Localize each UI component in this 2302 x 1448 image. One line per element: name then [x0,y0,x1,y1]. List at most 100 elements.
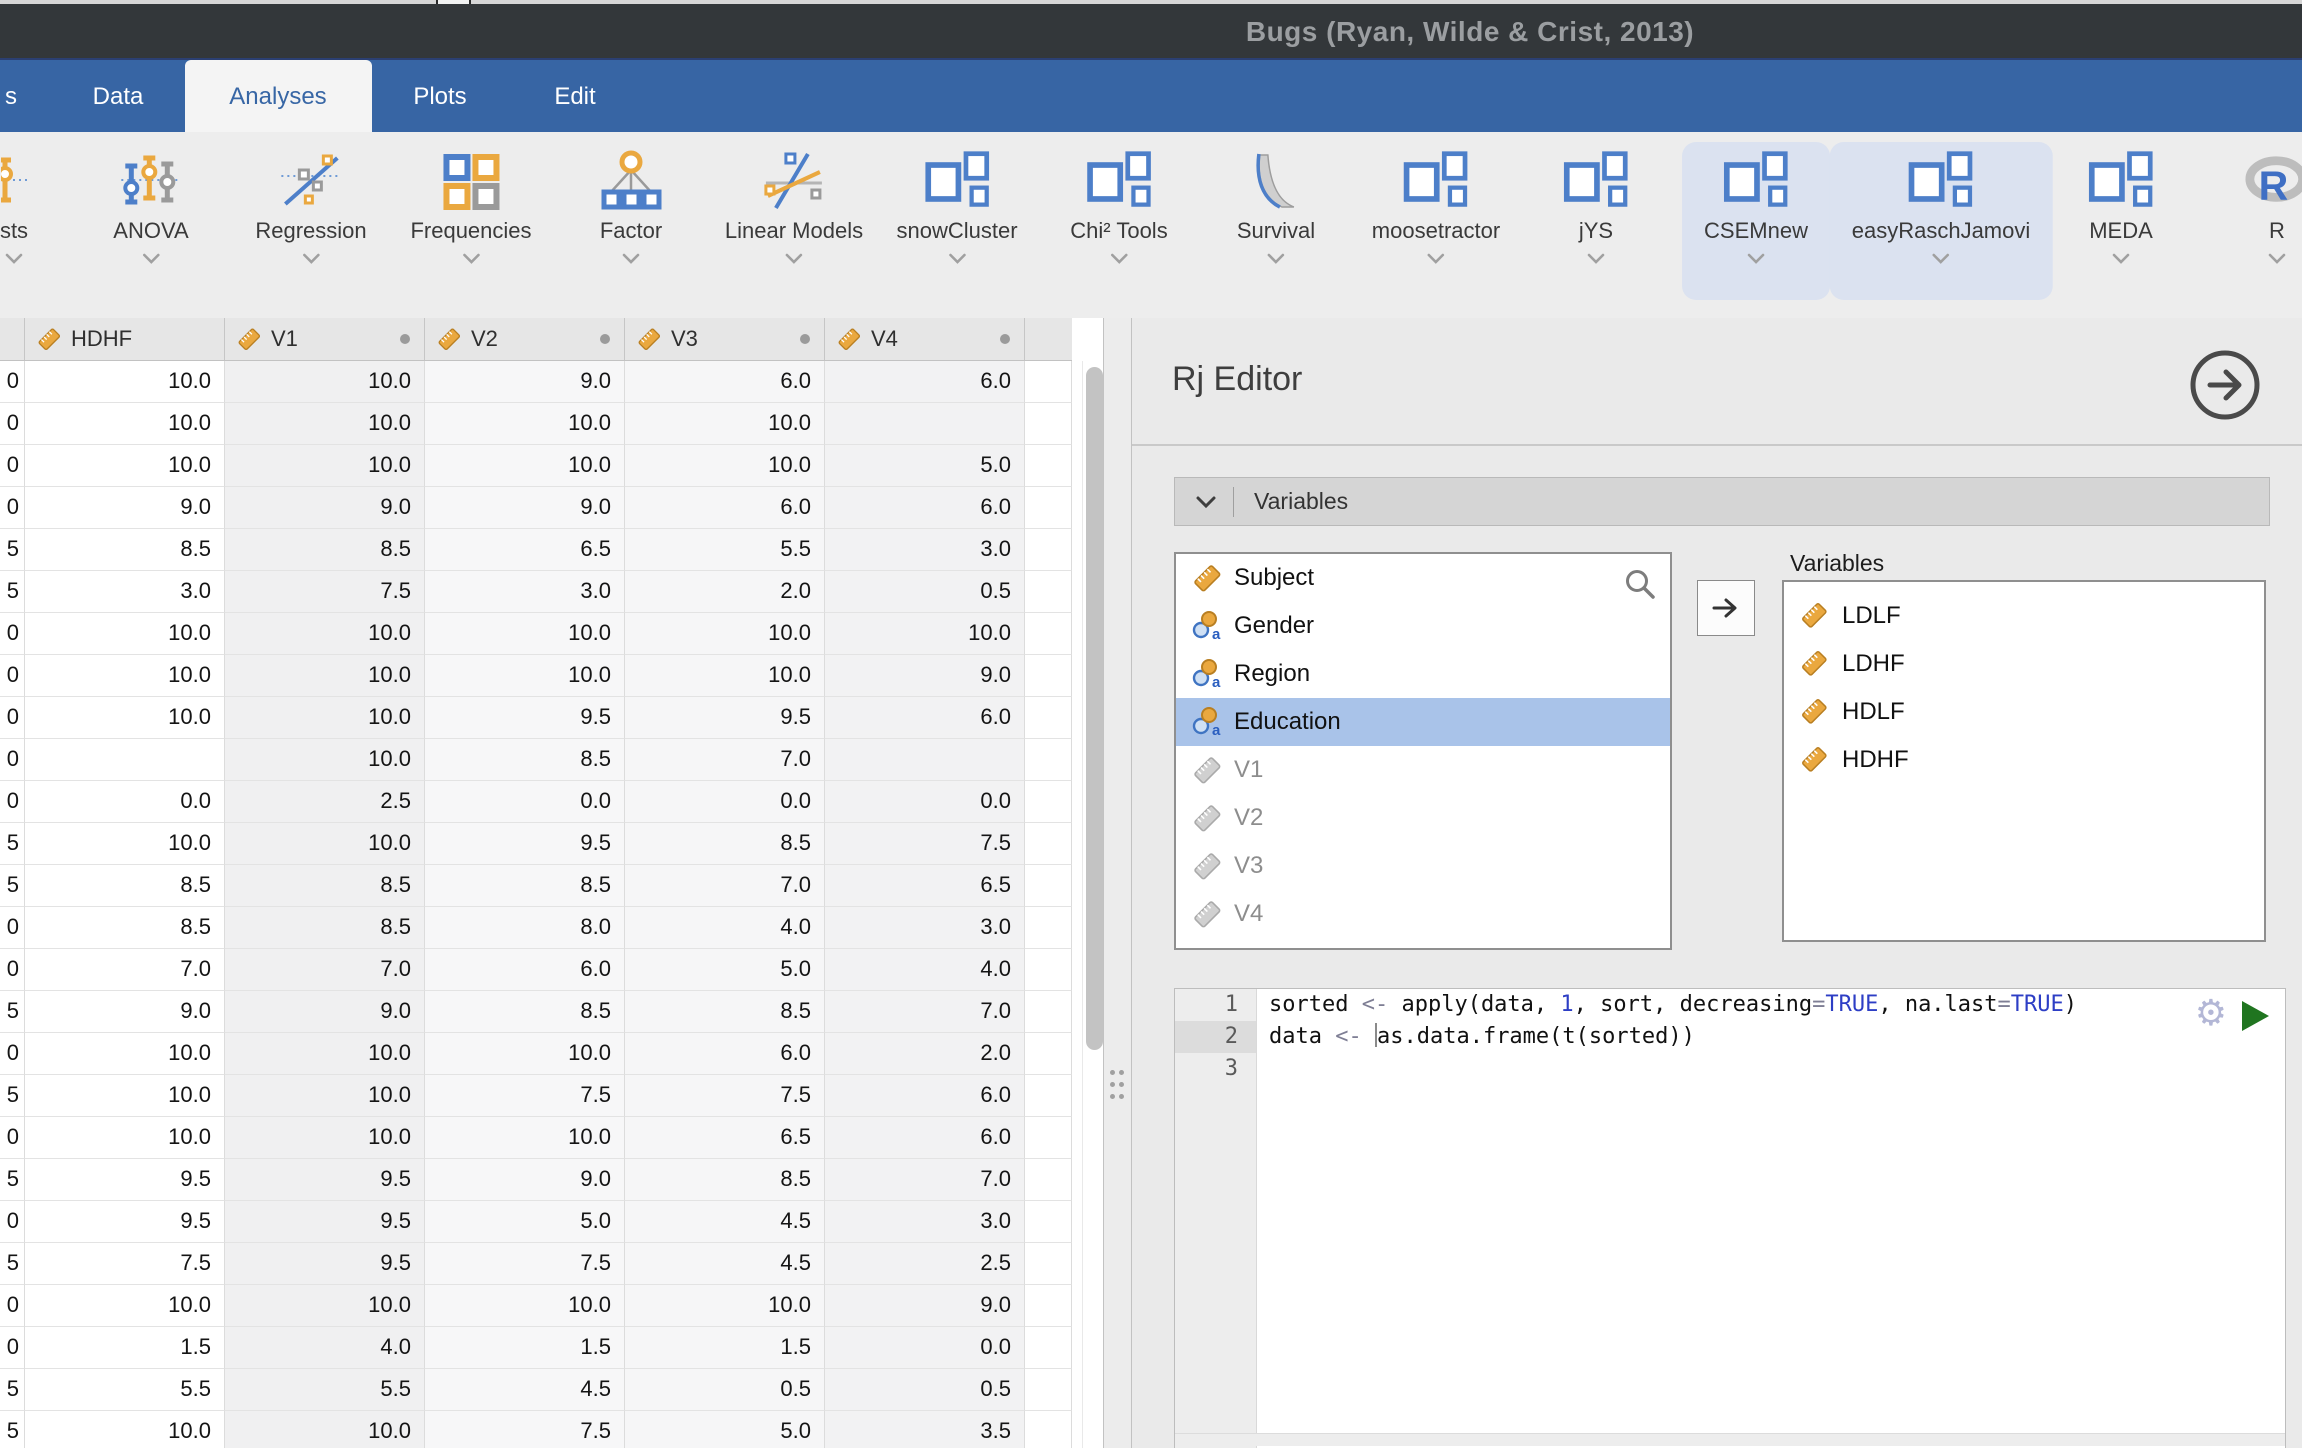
variable-item-subject[interactable]: Subject [1176,554,1670,602]
run-code-play-icon[interactable] [2242,1001,2269,1031]
table-cell[interactable]: 5.0 [625,949,825,991]
table-cell[interactable]: 9.5 [225,1243,425,1285]
table-cell[interactable]: 8.5 [425,991,625,1033]
editor-settings-gear-icon[interactable]: ⚙ [2195,995,2227,1031]
table-cell[interactable]: 10.0 [25,1285,225,1327]
table-cell[interactable]: 10.0 [25,697,225,739]
table-cell[interactable]: 0 [0,1033,25,1075]
table-cell[interactable]: 10.0 [225,823,425,865]
table-cell[interactable]: 6.5 [825,865,1025,907]
chevron-down-icon[interactable] [2268,253,2286,264]
table-cell[interactable]: 6.0 [425,949,625,991]
variable-item-v2[interactable]: V2 [1176,794,1670,842]
table-cell[interactable]: 8.5 [25,907,225,949]
table-cell-empty[interactable] [1025,487,1072,529]
ribbon-item-regression[interactable]: Regression [233,142,388,300]
table-cell-empty[interactable] [1025,445,1072,487]
table-cell-empty[interactable] [1025,613,1072,655]
table-cell[interactable]: 10.0 [625,613,825,655]
column-header-hdhf[interactable]: HDHF [25,318,225,360]
table-cell[interactable]: 8.5 [25,865,225,907]
code-line[interactable]: data <- as.data.frame(t(sorted)) [1269,1021,2195,1053]
table-cell[interactable]: 0.5 [825,571,1025,613]
table-cell[interactable]: 0 [0,445,25,487]
table-cell[interactable]: 8.5 [625,1159,825,1201]
table-cell[interactable]: 9.5 [225,1201,425,1243]
table-cell[interactable]: 4.0 [625,907,825,949]
variable-item-hdlf[interactable]: HDLF [1784,688,2264,736]
table-cell[interactable]: 6.5 [425,529,625,571]
table-cell[interactable]: 10.0 [25,655,225,697]
code-line[interactable]: sorted <- apply(data, 1, sort, decreasin… [1269,989,2195,1021]
table-cell-empty[interactable] [1025,655,1072,697]
table-cell[interactable]: 7.5 [425,1411,625,1448]
chevron-down-icon[interactable] [1267,253,1285,264]
table-cell[interactable]: 10.0 [625,403,825,445]
table-cell[interactable]: 7.0 [225,949,425,991]
table-cell[interactable]: 10.0 [625,655,825,697]
table-cell[interactable]: 0 [0,361,25,403]
table-cell-empty[interactable] [1025,1327,1072,1369]
table-cell[interactable]: 5 [0,529,25,571]
run-analysis-arrow-icon[interactable] [2188,348,2262,422]
table-cell[interactable]: 3.0 [25,571,225,613]
table-cell[interactable]: 9.0 [825,1285,1025,1327]
table-cell[interactable]: 3.0 [825,1201,1025,1243]
table-cell[interactable]: 0 [0,949,25,991]
chevron-down-icon[interactable] [1110,253,1128,264]
table-cell[interactable]: 9.5 [625,697,825,739]
table-cell[interactable]: 0 [0,1117,25,1159]
table-cell[interactable]: 9.5 [425,697,625,739]
table-cell[interactable]: 0 [0,655,25,697]
table-cell[interactable]: 10.0 [425,1033,625,1075]
table-cell[interactable]: 9.0 [225,991,425,1033]
table-cell-empty[interactable] [1025,403,1072,445]
table-cell[interactable]: 7.0 [625,865,825,907]
ribbon-item-easyraschjamovi[interactable]: easyRaschJamovi [1830,142,2053,300]
table-cell[interactable] [825,739,1025,781]
table-cell[interactable]: 0 [0,487,25,529]
table-cell[interactable]: 10.0 [225,361,425,403]
table-cell[interactable]: 0.0 [825,781,1025,823]
chevron-down-icon[interactable] [462,253,480,264]
table-cell-empty[interactable] [1025,1369,1072,1411]
table-cell[interactable]: 5.5 [25,1369,225,1411]
table-cell[interactable]: 0 [0,1285,25,1327]
tab-edit[interactable]: Edit [520,60,630,134]
table-cell[interactable]: 10.0 [825,613,1025,655]
table-cell[interactable]: 0.5 [625,1369,825,1411]
table-cell[interactable]: 10.0 [25,361,225,403]
table-cell[interactable]: 0 [0,697,25,739]
table-cell[interactable]: 5 [0,991,25,1033]
table-cell[interactable]: 7.0 [825,1159,1025,1201]
column-header-cut[interactable] [0,318,25,360]
table-cell[interactable]: 10.0 [225,697,425,739]
table-cell[interactable]: 8.5 [425,865,625,907]
table-cell[interactable]: 10.0 [25,403,225,445]
variable-item-hdhf[interactable]: HDHF [1784,736,2264,784]
table-cell[interactable]: 2.0 [825,1033,1025,1075]
table-cell-empty[interactable] [1025,1075,1072,1117]
table-cell[interactable]: 10.0 [25,445,225,487]
table-cell[interactable]: 9.0 [425,361,625,403]
table-cell[interactable]: 8.5 [225,865,425,907]
table-cell[interactable]: 7.5 [625,1075,825,1117]
ribbon-item-linear-models[interactable]: Linear Models [703,142,885,300]
table-cell[interactable]: 0.0 [625,781,825,823]
table-cell[interactable]: 9.0 [225,487,425,529]
table-cell[interactable]: 9.0 [425,487,625,529]
table-cell[interactable]: 1.5 [425,1327,625,1369]
tab-analyses[interactable]: Analyses [185,60,372,134]
table-cell[interactable]: 10.0 [425,1117,625,1159]
table-cell[interactable]: 8.5 [25,529,225,571]
spreadsheet-scrollbar-thumb[interactable] [1086,367,1103,1050]
chevron-down-icon[interactable] [5,253,23,264]
table-cell[interactable]: 9.0 [425,1159,625,1201]
table-cell-empty[interactable] [1025,1285,1072,1327]
table-cell[interactable]: 10.0 [25,1411,225,1448]
table-cell[interactable]: 6.0 [825,361,1025,403]
table-cell[interactable]: 8.5 [225,529,425,571]
ribbon-item-chi-tools[interactable]: Chi² Tools [1048,142,1189,300]
table-cell[interactable]: 0 [0,403,25,445]
table-cell-empty[interactable] [1025,991,1072,1033]
